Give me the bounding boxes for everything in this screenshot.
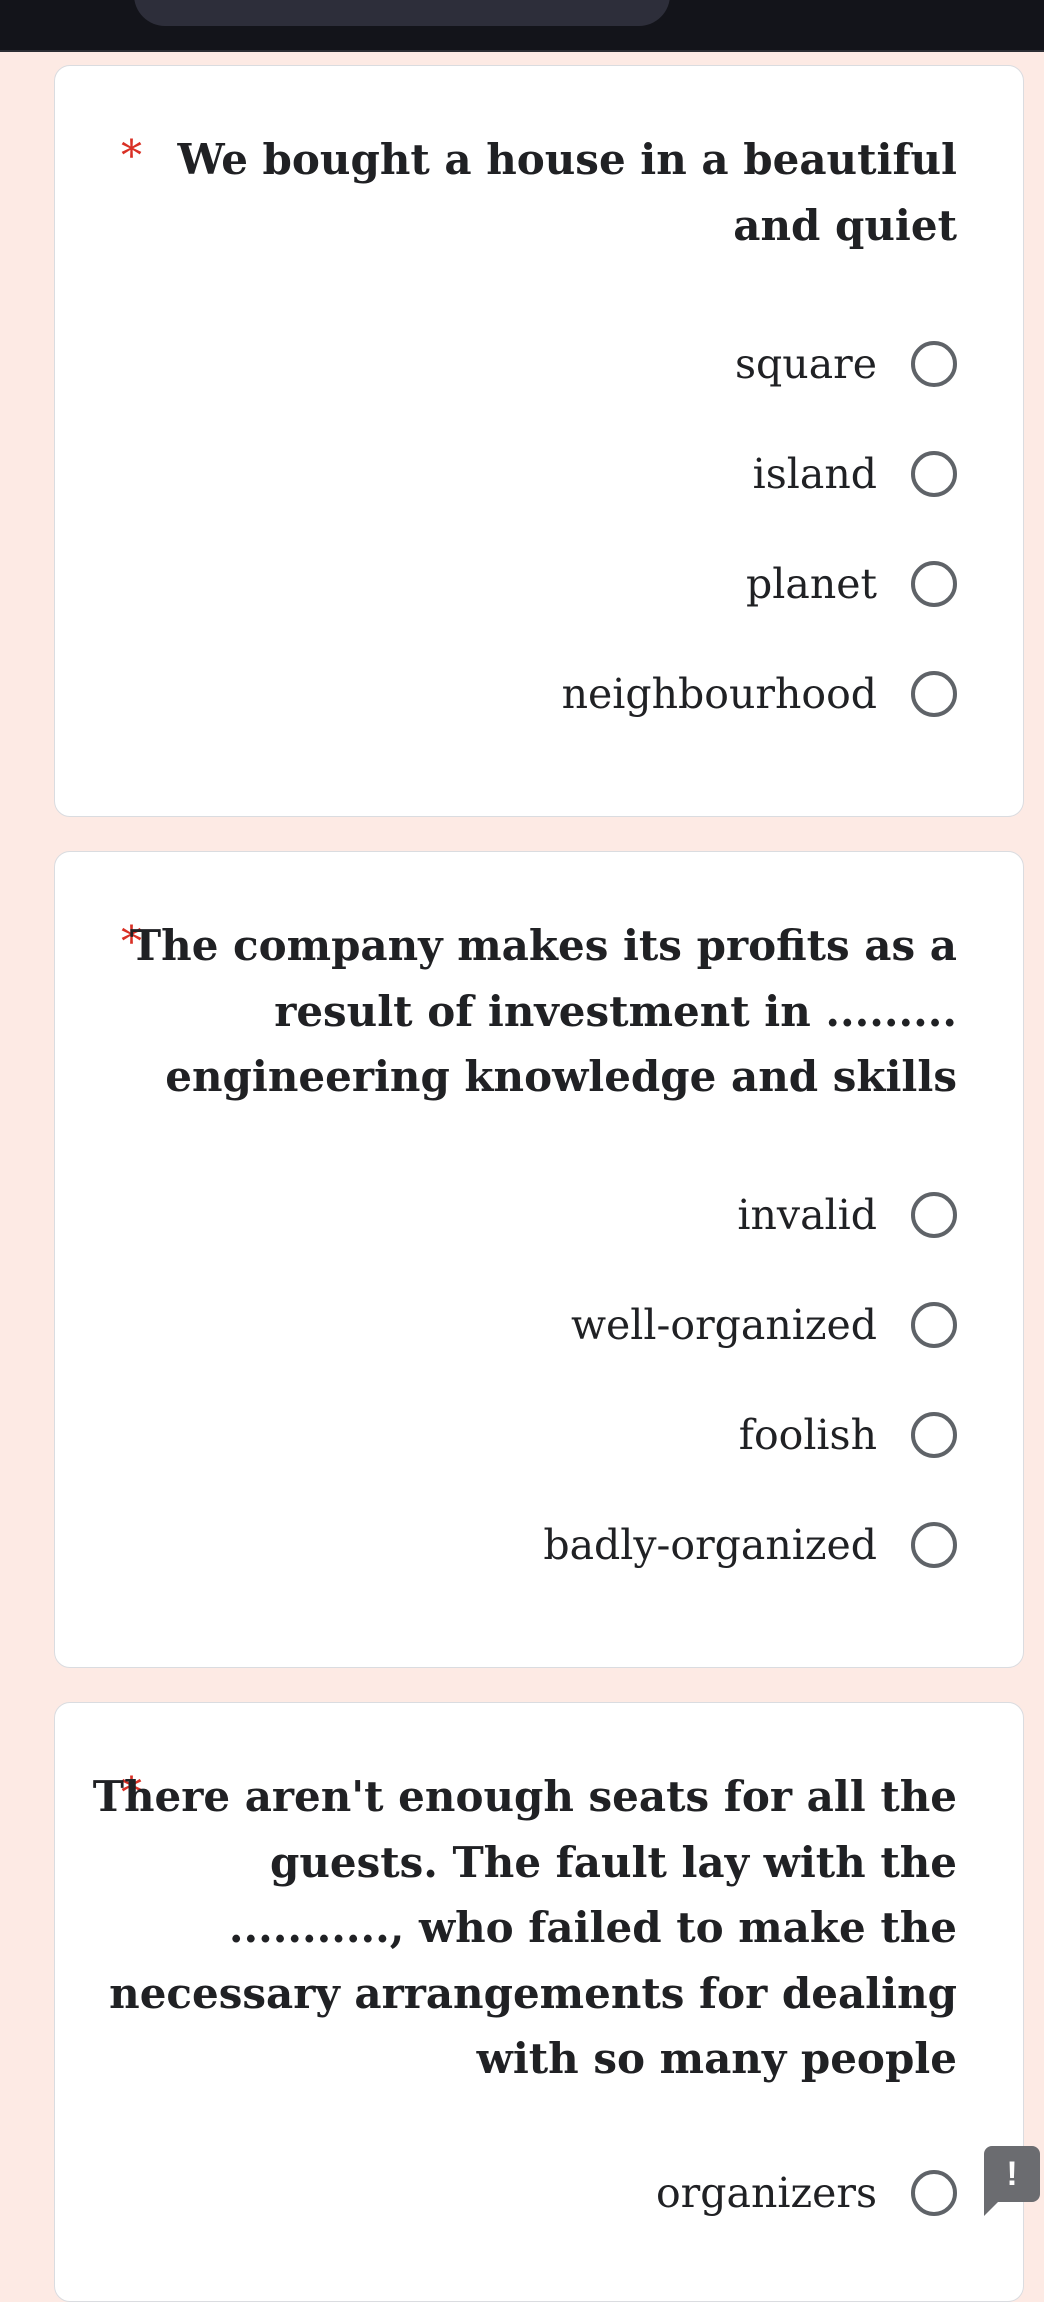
question-title: We bought a house in a beautiful and qui… <box>177 127 957 258</box>
exclamation-icon: ! <box>1006 2154 1018 2193</box>
question-line: The company makes its profits as a <box>129 921 957 970</box>
question-card-2: * The company makes its profits as a res… <box>54 851 1024 1668</box>
radio-button[interactable] <box>911 1412 957 1458</box>
question-line: necessary arrangements for dealing <box>109 1968 957 2018</box>
question-line: There aren't enough seats for all the <box>92 1772 957 1821</box>
option-label: well-organized <box>570 1301 877 1349</box>
radio-option-neighbourhood[interactable]: neighbourhood <box>562 666 957 722</box>
required-asterisk: * <box>121 131 142 180</box>
radio-option-island[interactable]: island <box>753 446 957 502</box>
option-label: neighbourhood <box>561 670 877 718</box>
option-label: organizers <box>656 2169 877 2217</box>
radio-button[interactable] <box>911 1192 957 1238</box>
option-label: island <box>752 450 877 498</box>
question-card-3: * There aren't enough seats for all the … <box>54 1702 1024 2302</box>
question-line: We bought a house in a beautiful <box>177 135 957 184</box>
radio-button[interactable] <box>911 1302 957 1348</box>
question-title: The company makes its profits as a resul… <box>130 913 957 1110</box>
question-line: ..........., who failed to make the <box>228 1903 957 1952</box>
question-card-1: * We bought a house in a beautiful and q… <box>54 65 1024 817</box>
option-label: invalid <box>737 1191 877 1239</box>
radio-button[interactable] <box>911 671 957 717</box>
option-label: foolish <box>738 1411 877 1459</box>
radio-button[interactable] <box>911 1522 957 1568</box>
radio-option-square[interactable]: square <box>735 336 957 392</box>
question-line: guests. The fault lay with the <box>269 1837 957 1887</box>
radio-option-badly-organized[interactable]: badly-organized <box>543 1517 957 1573</box>
question-line: engineering knowledge and skills <box>165 1052 957 1101</box>
radio-button[interactable] <box>911 2170 957 2216</box>
question-line: with so many people <box>476 2034 957 2083</box>
option-label: badly-organized <box>543 1521 877 1569</box>
radio-option-invalid[interactable]: invalid <box>737 1187 957 1243</box>
address-bar-pill[interactable] <box>134 0 670 26</box>
option-label: square <box>735 340 877 388</box>
radio-button[interactable] <box>911 341 957 387</box>
radio-option-organizers[interactable]: organizers <box>656 2165 957 2221</box>
top-app-bar <box>0 0 1044 52</box>
question-line: result of investment in ......... <box>274 986 957 1036</box>
radio-option-well-organized[interactable]: well-organized <box>571 1297 957 1353</box>
radio-button[interactable] <box>911 451 957 497</box>
option-label: planet <box>746 560 877 608</box>
question-title: There aren't enough seats for all the gu… <box>93 1764 957 2092</box>
radio-option-planet[interactable]: planet <box>746 556 957 612</box>
radio-option-foolish[interactable]: foolish <box>739 1407 957 1463</box>
report-feedback-button[interactable]: ! <box>984 2146 1040 2216</box>
radio-button[interactable] <box>911 561 957 607</box>
question-line: and quiet <box>733 200 957 250</box>
